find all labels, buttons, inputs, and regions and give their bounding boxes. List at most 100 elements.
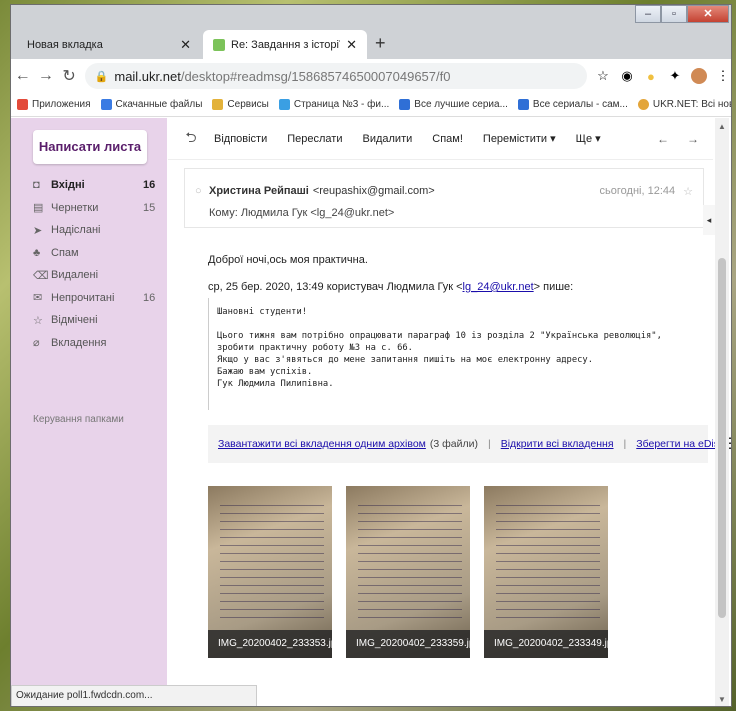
back-to-list-icon[interactable]: ⮌ (168, 127, 214, 151)
extension-icon[interactable]: ◉ (619, 68, 635, 84)
forward-arrow-icon[interactable]: → (34, 67, 57, 85)
tab-title: Re: Завдання з історії України - (231, 38, 341, 51)
folder-sent[interactable]: ➤ Надіслані (11, 219, 167, 242)
spam-button[interactable]: Спам! (432, 133, 463, 145)
folder-name: Надіслані (51, 224, 101, 237)
folder-name: Непрочитані (51, 291, 115, 304)
bookmark-label: Страница №3 - фи... (293, 99, 390, 110)
bookmark-label: Сервисы (227, 99, 269, 110)
window-controls: – ▫ ✕ (635, 5, 729, 23)
bookmark-series-all[interactable]: Все сериалы - сам... (517, 99, 628, 110)
back-arrow-icon[interactable]: ← (11, 67, 34, 85)
address-bar[interactable]: 🔒 mail.ukr.net /desktop#readmsg/15868574… (84, 63, 587, 89)
bookmark-downloads[interactable]: Скачанные файлы (100, 99, 202, 110)
folder-name: Відмічені (51, 314, 98, 327)
star-toggle-icon[interactable]: ☆ (683, 185, 693, 198)
inbox-icon: ◘ (33, 179, 40, 192)
tab-new-tab[interactable]: Новая вкладка ✕ (17, 30, 201, 59)
quoted-message: Шановні студенти! Цього тижня вам потріб… (208, 298, 708, 410)
folder-unread[interactable]: ✉ Непрочитані 16 (11, 287, 167, 310)
recipient-line: Кому: Людмила Гук <lg_24@ukr.net> (209, 207, 395, 219)
bookmark-label: Все лучшие сериа... (414, 99, 508, 110)
sender-name[interactable]: Христина Рейпаші (209, 185, 309, 198)
services-grid-icon (212, 99, 224, 110)
collapse-panel-icon[interactable]: ◂ (703, 205, 715, 235)
message-header: ○ Христина Рейпаші <reupashix@gmail.com>… (184, 168, 704, 228)
address-row: ← → ↻ 🔒 mail.ukr.net /desktop#readmsg/15… (11, 59, 731, 93)
bookmark-apps[interactable]: Приложения (17, 99, 91, 110)
more-button[interactable]: Ще ▾ (576, 132, 601, 145)
reload-icon[interactable]: ↻ (57, 66, 80, 86)
drafts-icon: ▤ (33, 202, 44, 215)
bookmark-services[interactable]: Сервисы (212, 99, 269, 110)
next-message-icon[interactable]: → (687, 132, 699, 146)
quote-intro-text: ср, 25 бер. 2020, 13:49 користувач Людми… (208, 281, 463, 293)
open-all-link[interactable]: Відкрити всі вкладення (501, 438, 614, 450)
attachment-thumbnails: IMG_20200402_233353.jpg IMG_20200402_233… (208, 486, 608, 658)
message-body: Доброї ночі,ось моя практична. (208, 254, 368, 266)
extension-puzzle-icon[interactable]: ✦ (667, 68, 683, 84)
profile-avatar[interactable] (690, 68, 707, 84)
star-icon: ☆ (33, 314, 43, 327)
close-window-button[interactable]: ✕ (687, 5, 729, 23)
folder-name: Вхідні (51, 179, 85, 192)
attachment-thumbnail[interactable]: IMG_20200402_233349.jpg (484, 486, 608, 658)
delete-button[interactable]: Видалити (363, 133, 413, 145)
previous-message-icon[interactable]: ← (657, 132, 669, 146)
message-toolbar: ⮌ Відповісти Переслати Видалити Спам! Пе… (168, 118, 713, 160)
extension-dot-icon[interactable]: ● (643, 69, 659, 84)
page-favicon-icon (278, 99, 290, 110)
bookmark-series-best[interactable]: Все лучшие сериа... (399, 99, 508, 110)
folder-starred[interactable]: ☆ Відмічені (11, 309, 167, 332)
attachment-thumbnail[interactable]: IMG_20200402_233353.jpg (208, 486, 332, 658)
folder-spam[interactable]: ♣ Спам (11, 242, 167, 265)
browser-window: – ▫ ✕ Новая вкладка ✕ Re: Завдання з іст… (10, 4, 732, 707)
mail-sidebar: Написати листа ◘ Вхідні 16 ▤ Чернетки 15… (11, 118, 167, 706)
series-favicon-icon (399, 99, 411, 110)
bookmark-star-icon[interactable]: ☆ (595, 68, 611, 84)
message-date: сьогодні, 12:44 (599, 185, 676, 197)
bookmark-label: UKR.NET: Всі новин... (652, 99, 731, 110)
folder-trash[interactable]: ⌫ Видалені (11, 264, 167, 287)
scroll-thumb[interactable] (718, 258, 726, 618)
lock-icon[interactable]: 🔒 (95, 70, 109, 83)
quoted-sender-email-link[interactable]: lg_24@ukr.net (463, 281, 534, 293)
folder-name: Вкладення (51, 336, 107, 349)
bookmark-ukr-net[interactable]: UKR.NET: Всі новин... (637, 99, 731, 110)
tab-close-icon[interactable]: ✕ (346, 37, 357, 53)
minimize-button[interactable]: – (635, 5, 661, 23)
tab-close-icon[interactable]: ✕ (180, 37, 191, 53)
manage-folders-link[interactable]: Керування папками (33, 414, 124, 425)
folder-name: Чернетки (51, 201, 99, 214)
browser-menu-icon[interactable]: ⋮ (715, 68, 731, 84)
series-favicon-icon (517, 99, 529, 110)
tab-mail[interactable]: Re: Завдання з історії України - ✕ (203, 30, 367, 59)
save-to-edisk-link[interactable]: Зберегти на eDisk (636, 438, 724, 450)
scroll-down-arrow-icon[interactable]: ▼ (718, 695, 726, 704)
attachment-icon: ⌀ (33, 337, 40, 350)
quote-intro: ср, 25 бер. 2020, 13:49 користувач Людми… (208, 281, 573, 293)
maximize-button[interactable]: ▫ (661, 5, 687, 23)
reply-button[interactable]: Відповісти (214, 133, 267, 145)
forward-button[interactable]: Переслати (287, 133, 342, 145)
page-scrollbar[interactable]: ▲ ▼ (715, 118, 729, 706)
folder-name: Спам (51, 246, 79, 259)
move-button[interactable]: Перемістити ▾ (483, 132, 556, 145)
new-tab-button[interactable]: + (375, 33, 386, 54)
unread-icon: ✉ (33, 292, 43, 305)
download-icon (100, 99, 112, 110)
download-all-link[interactable]: Завантажити всі вкладення одним архівом (218, 438, 426, 450)
folder-count: 15 (143, 201, 156, 214)
folder-attachments[interactable]: ⌀ Вкладення (11, 332, 167, 355)
trash-icon: ⌫ (33, 269, 49, 282)
folder-count: 16 (143, 291, 156, 304)
folder-drafts[interactable]: ▤ Чернетки 15 (11, 197, 167, 220)
attachment-thumbnail[interactable]: IMG_20200402_233359.jpg (346, 486, 470, 658)
scroll-up-arrow-icon[interactable]: ▲ (718, 122, 726, 131)
compose-button[interactable]: Написати листа (33, 130, 147, 164)
folder-count: 16 (143, 179, 156, 192)
handwritten-page-image (358, 498, 462, 618)
read-status-icon[interactable]: ○ (195, 185, 209, 198)
bookmark-page3[interactable]: Страница №3 - фи... (278, 99, 390, 110)
folder-inbox[interactable]: ◘ Вхідні 16 (11, 174, 167, 197)
